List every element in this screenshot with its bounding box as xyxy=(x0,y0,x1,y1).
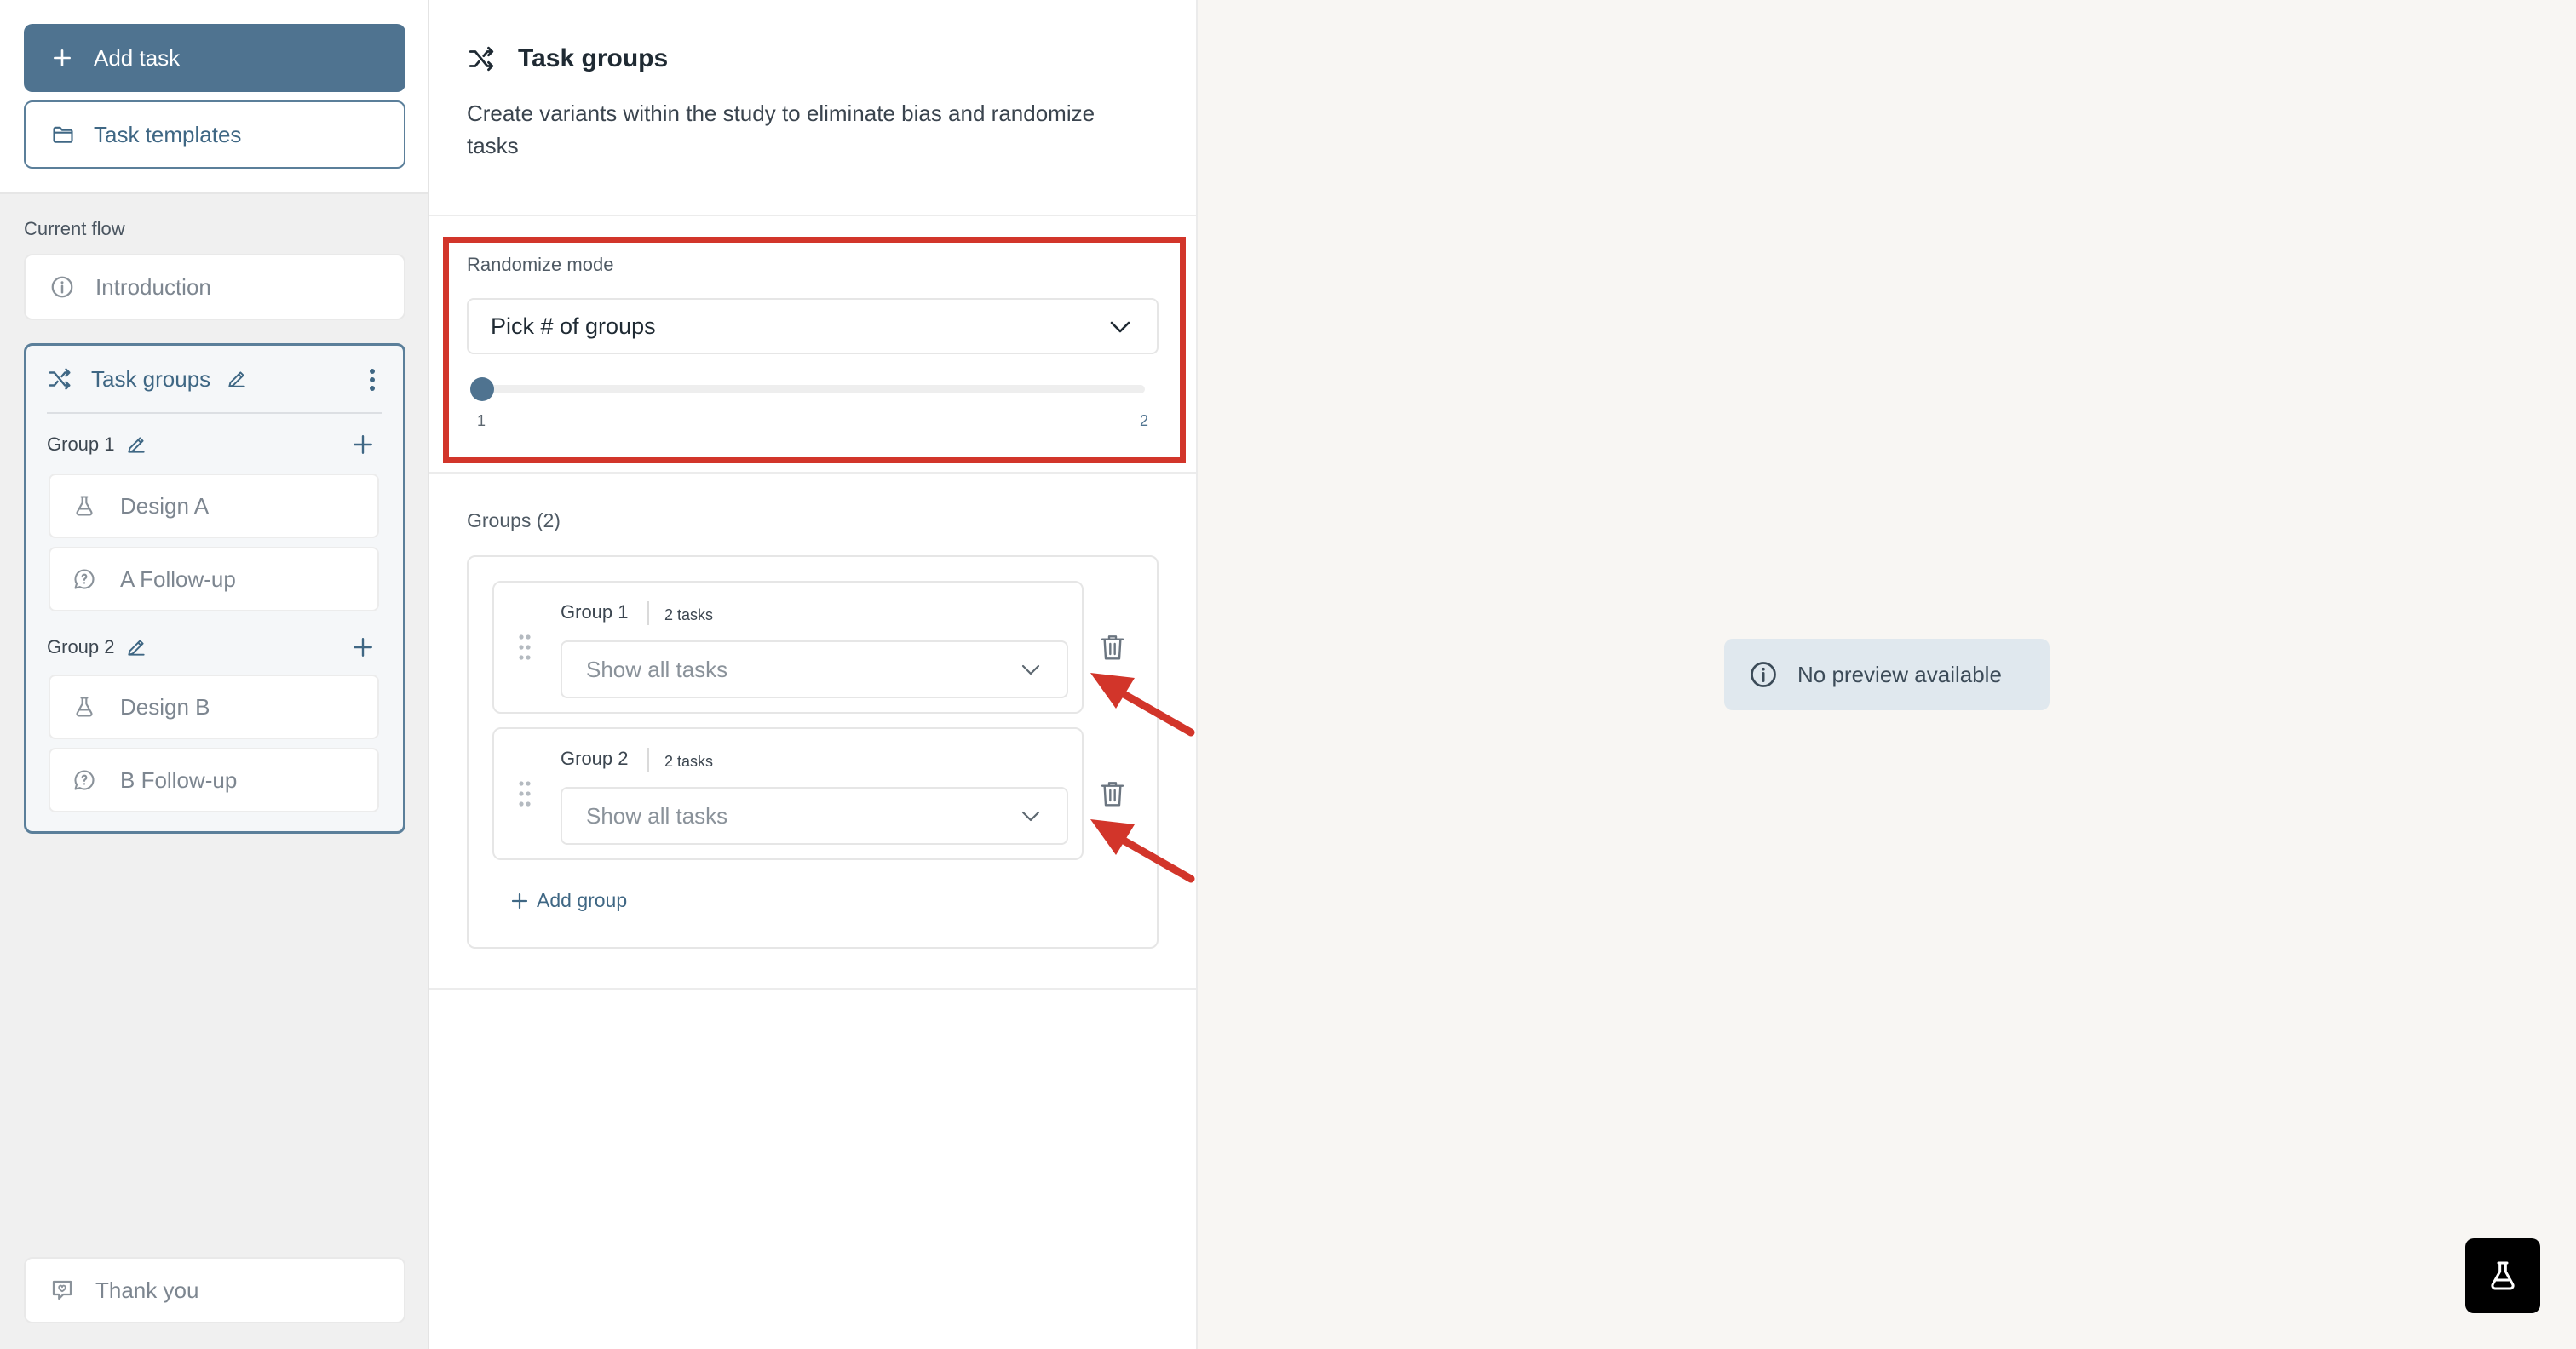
group-count-slider-thumb[interactable] xyxy=(470,377,494,401)
randomize-mode-select[interactable]: Pick # of groups xyxy=(467,298,1159,354)
lab-floating-button[interactable] xyxy=(2465,1238,2540,1313)
task-label: Design B xyxy=(120,693,210,720)
folder-icon xyxy=(51,123,75,146)
sidebar-group-2-label: Group 2 xyxy=(47,636,115,657)
shuffle-icon xyxy=(467,44,496,73)
annotation-arrow-1 xyxy=(1090,673,1195,737)
sidebar-group-2-header: Group 2 xyxy=(47,630,386,664)
panel-title-text: Task groups xyxy=(518,44,669,72)
divider xyxy=(47,412,382,414)
divider xyxy=(647,601,649,625)
sidebar-task-b-follow-up[interactable]: B Follow-up xyxy=(49,748,379,812)
flask-icon xyxy=(72,695,96,719)
task-templates-button[interactable]: Task templates xyxy=(24,100,405,169)
group-name: Group 2 xyxy=(561,748,629,769)
add-group-button[interactable]: Add group xyxy=(511,889,627,912)
edit-pencil-icon[interactable] xyxy=(125,433,147,456)
info-icon xyxy=(1748,659,1779,690)
group-card-1: Group 1 2 tasks Show all tasks xyxy=(492,581,1084,714)
question-bubble-icon xyxy=(72,567,96,591)
no-preview-message: No preview available xyxy=(1724,639,2050,710)
plus-icon xyxy=(51,47,73,69)
heart-message-icon xyxy=(49,1277,75,1303)
add-task-to-group-icon[interactable] xyxy=(352,433,374,456)
groups-container: Group 1 2 tasks Show all tasks Group 2 2… xyxy=(467,555,1159,949)
group-task-display-select[interactable]: Show all tasks xyxy=(561,787,1068,845)
edit-pencil-icon[interactable] xyxy=(125,636,147,658)
slider-min-label: 1 xyxy=(477,412,486,429)
sidebar-task-design-b[interactable]: Design B xyxy=(49,674,379,739)
shuffle-icon xyxy=(47,366,72,392)
info-icon xyxy=(49,274,75,300)
group-count-slider-track[interactable] xyxy=(480,385,1145,393)
task-label: Design A xyxy=(120,492,210,519)
randomize-mode-section: Randomize mode Pick # of groups 1 2 xyxy=(429,215,1196,474)
sidebar: Add task Task templates Current flow Int… xyxy=(0,0,429,1349)
question-bubble-icon xyxy=(72,768,96,792)
group-name: Group 1 xyxy=(561,601,629,623)
slider-max-label: 2 xyxy=(1140,412,1149,429)
group-select-value: Show all tasks xyxy=(586,656,728,682)
plus-icon xyxy=(511,893,528,910)
task-groups-block: Task groups Group 1 Design A A Follow-up… xyxy=(24,343,405,834)
add-task-label: Add task xyxy=(94,44,181,71)
group-task-display-select[interactable]: Show all tasks xyxy=(561,640,1068,698)
group-card-2: Group 2 2 tasks Show all tasks xyxy=(492,727,1084,860)
chevron-down-icon xyxy=(1109,319,1131,336)
flask-icon xyxy=(72,494,96,518)
panel-description: Create variants within the study to elim… xyxy=(467,100,1095,158)
delete-group-2-trash-icon[interactable] xyxy=(1099,778,1126,809)
delete-group-1-trash-icon[interactable] xyxy=(1099,632,1126,663)
divider xyxy=(647,748,649,772)
groups-count-label: Groups (2) xyxy=(467,509,561,531)
panel-header: Task groups Create variants within the s… xyxy=(429,0,1196,216)
flow-item-introduction[interactable]: Introduction xyxy=(24,254,405,320)
more-vertical-icon[interactable] xyxy=(369,368,376,392)
edit-pencil-icon[interactable] xyxy=(226,368,248,390)
add-task-to-group-icon[interactable] xyxy=(352,636,374,658)
flow-item-thank-you[interactable]: Thank you xyxy=(24,1257,405,1323)
sidebar-group-1-label: Group 1 xyxy=(47,433,115,455)
no-preview-text: No preview available xyxy=(1797,661,2002,687)
randomize-mode-value: Pick # of groups xyxy=(491,313,656,339)
flask-icon xyxy=(2486,1259,2520,1293)
sidebar-task-design-a[interactable]: Design A xyxy=(49,474,379,538)
randomize-mode-label: Randomize mode xyxy=(467,254,614,275)
add-group-label: Add group xyxy=(537,889,628,911)
task-label: B Follow-up xyxy=(120,766,238,793)
task-templates-label: Task templates xyxy=(94,121,242,147)
chevron-down-icon xyxy=(1021,809,1041,824)
sidebar-group-1-header: Group 1 xyxy=(47,428,386,462)
group-task-count: 2 tasks xyxy=(664,606,714,623)
annotation-arrow-2 xyxy=(1090,819,1195,883)
panel-title: Task groups xyxy=(467,44,668,73)
groups-section: Groups (2) Group 1 2 tasks Show all task… xyxy=(429,472,1196,990)
drag-handle-icon[interactable] xyxy=(518,634,532,661)
task-groups-header[interactable]: Task groups xyxy=(26,346,403,412)
task-label: A Follow-up xyxy=(120,565,236,592)
drag-handle-icon[interactable] xyxy=(518,780,532,807)
group-select-value: Show all tasks xyxy=(586,802,728,829)
introduction-label: Introduction xyxy=(95,273,211,300)
group-task-count: 2 tasks xyxy=(664,753,714,770)
add-task-button[interactable]: Add task xyxy=(24,24,405,92)
task-groups-title: Task groups xyxy=(91,365,211,392)
thank-you-label: Thank you xyxy=(95,1277,199,1303)
sidebar-task-a-follow-up[interactable]: A Follow-up xyxy=(49,547,379,611)
chevron-down-icon xyxy=(1021,663,1041,678)
current-flow-label: Current flow xyxy=(24,218,125,239)
sidebar-actions: Add task Task templates xyxy=(0,0,428,194)
